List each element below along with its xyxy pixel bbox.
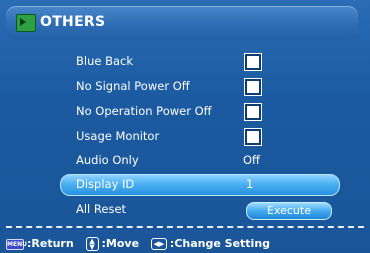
blue-back-checkbox[interactable] [245,54,261,70]
menu-item-no-operation-power-off[interactable]: No Operation Power Off [76,101,346,121]
left-right-key-icon: ◀▶ [150,238,167,250]
menu-item-label: All Reset [76,202,127,216]
menu-header: OTHERS [6,6,358,40]
menu-item-label: No Operation Power Off [76,104,212,118]
page-title: OTHERS [40,14,106,30]
change-setting-hint: :Change Setting [169,237,271,250]
menu-item-label: Audio Only [76,153,139,167]
others-menu-icon [16,14,36,32]
usage-monitor-checkbox[interactable] [245,129,261,145]
up-down-key-icon: ▲ ▼ [85,237,99,251]
return-hint: :Return [27,237,74,250]
menu-item-label: No Signal Power Off [76,79,190,93]
menu-item-blue-back[interactable]: Blue Back [76,51,346,71]
move-hint: :Move [101,237,140,250]
display-id-value: 1 [246,177,254,191]
footer-help-bar: MENU:Return ▲ ▼:Move ◀▶:Change Setting [6,236,270,252]
execute-button[interactable]: Execute [246,202,332,220]
menu-item-label: Display ID [76,177,135,191]
footer-divider [6,226,364,228]
menu-item-display-id[interactable]: Display ID 1 [76,174,346,194]
menu-item-label: Blue Back [76,54,134,68]
menu-item-audio-only[interactable]: Audio Only Off [76,150,346,170]
no-operation-power-off-checkbox[interactable] [245,104,261,120]
menu-item-no-signal-power-off[interactable]: No Signal Power Off [76,76,346,96]
audio-only-value: Off [243,153,260,167]
menu-item-usage-monitor[interactable]: Usage Monitor [76,126,346,146]
menu-key-icon: MENU [6,238,27,250]
no-signal-power-off-checkbox[interactable] [245,79,261,95]
menu-item-label: Usage Monitor [76,129,160,143]
